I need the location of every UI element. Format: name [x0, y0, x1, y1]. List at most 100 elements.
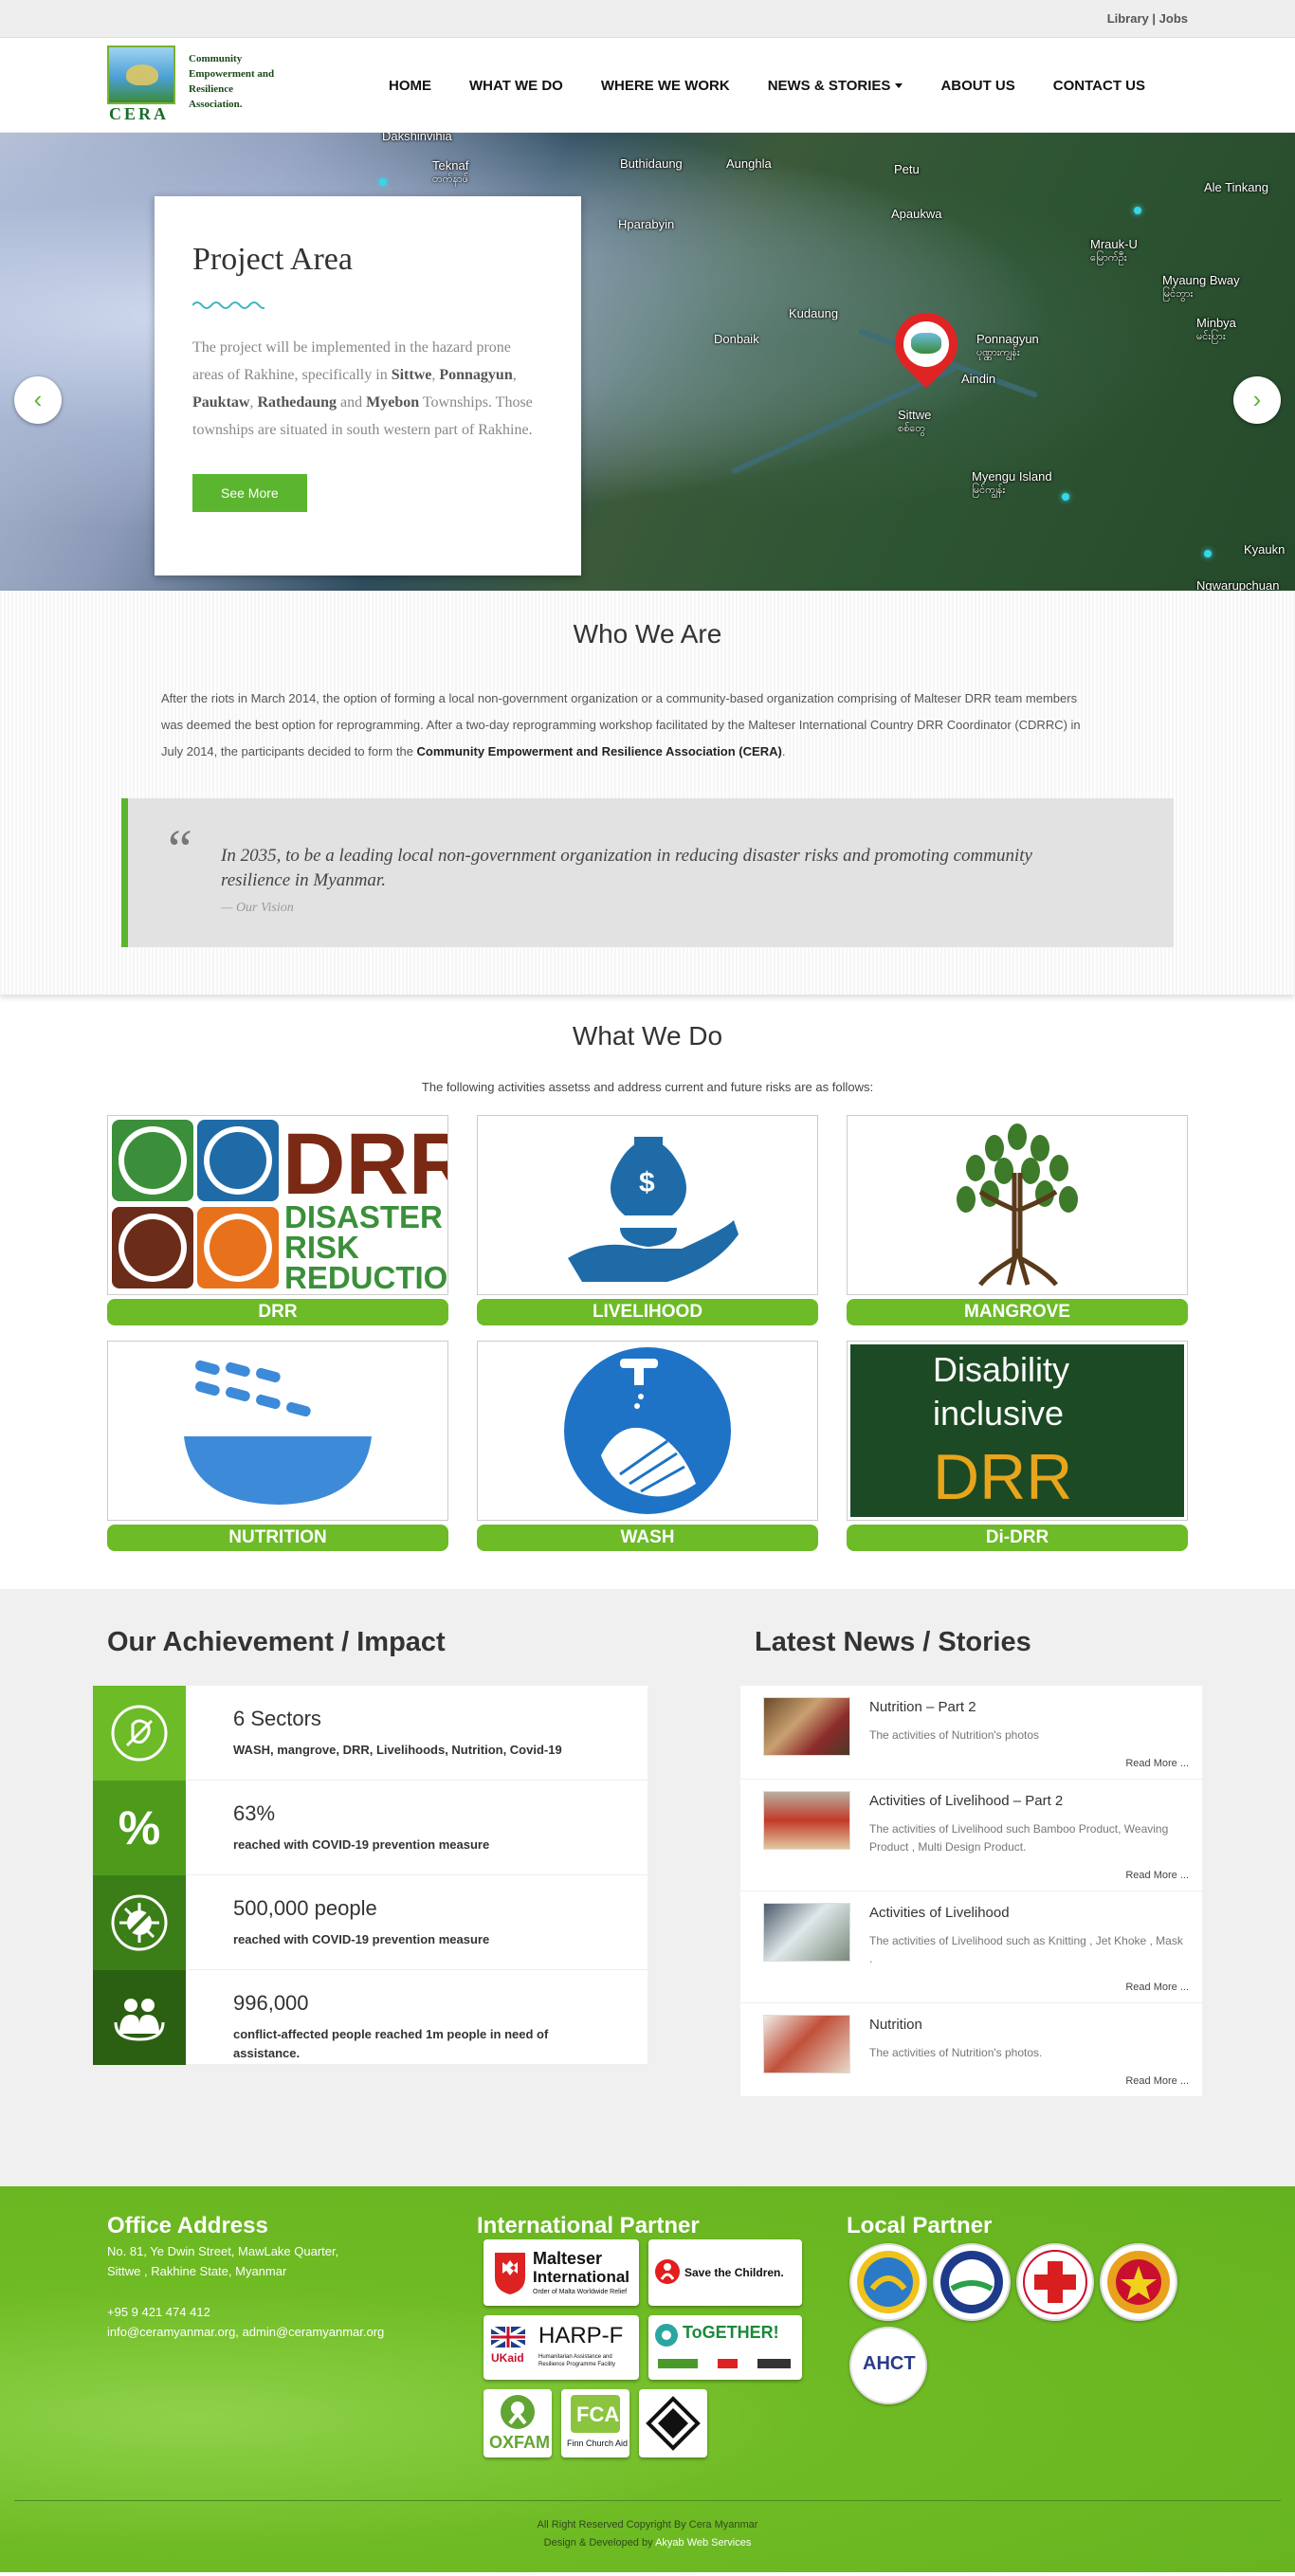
news-item-title[interactable]: Activities of Livelihood: [869, 1905, 1189, 1921]
project-area-card: Project Area The project will be impleme…: [155, 196, 581, 575]
achievement-value: 500,000 people: [233, 1896, 377, 1920]
local-partner-badge[interactable]: [1100, 2243, 1177, 2321]
activity-label-di-drr[interactable]: Di-DRR: [847, 1525, 1188, 1551]
news-item-title[interactable]: Activities of Livelihood – Part 2: [869, 1793, 1189, 1809]
ukaid-harpf-logo[interactable]: UKaid HARP-F Humanitarian Assistance and…: [483, 2315, 639, 2380]
malteser-logo[interactable]: Malteser International Order of Malta Wo…: [483, 2239, 639, 2306]
activity-label-mangrove[interactable]: MANGROVE: [847, 1299, 1188, 1325]
map-label: Buthidaung: [620, 156, 683, 171]
fca-logo[interactable]: FCA Finn Church Aid: [561, 2389, 629, 2457]
red-cross-badge[interactable]: [1016, 2243, 1094, 2321]
activity-card-nutrition[interactable]: NUTRITION: [107, 1341, 448, 1551]
news-item[interactable]: Nutrition – Part 2 The activities of Nut…: [740, 1686, 1202, 1780]
achievement-desc: WASH, mangrove, DRR, Livelihoods, Nutrit…: [233, 1743, 562, 1757]
nav-where-we-work[interactable]: WHERE WE WORK: [601, 78, 730, 94]
activity-card-di-drr[interactable]: Disability inclusive DRR Di-DRR: [847, 1341, 1188, 1551]
library-link[interactable]: Library: [1107, 11, 1149, 26]
partner-shield-logo[interactable]: [639, 2389, 707, 2457]
news-item-title[interactable]: Nutrition – Part 2: [869, 1699, 1189, 1715]
di-drr-image: Disability inclusive DRR: [847, 1341, 1188, 1521]
activity-card-wash[interactable]: WASH: [477, 1341, 818, 1551]
activity-card-mangrove[interactable]: MANGROVE: [847, 1115, 1188, 1325]
hero-slider: Dakshinvihia Teknaf တက်နာဖ် Buthidaung Au…: [0, 133, 1295, 591]
news-thumbnail[interactable]: [763, 1791, 850, 1850]
activity-card-drr[interactable]: DRR DISASTER RISK REDUCTION DRR: [107, 1115, 448, 1325]
activity-card-livelihood[interactable]: $ LIVELIHOOD: [477, 1115, 818, 1325]
map-label: Dakshinvihia: [382, 133, 452, 143]
nav-news-label: NEWS & STORIES: [767, 77, 891, 94]
achievement-row: 500,000 people reached with COVID-19 pre…: [93, 1875, 648, 1970]
wave-divider-icon: [192, 301, 269, 309]
read-more-link[interactable]: Read More ...: [869, 1758, 1189, 1769]
vision-quote: “ In 2035, to be a leading local non-gov…: [121, 798, 1174, 947]
malteser-cross-icon: [495, 2253, 525, 2294]
activity-label-drr[interactable]: DRR: [107, 1299, 448, 1325]
vision-cite: — Our Vision: [221, 901, 294, 915]
together-logo[interactable]: ToGETHER!: [648, 2315, 802, 2380]
location-pin-icon: [882, 300, 971, 396]
logo-abbr: CERA: [109, 104, 170, 123]
oxfam-logo[interactable]: OXFAM: [483, 2389, 552, 2457]
ahct-badge[interactable]: AHCT: [849, 2327, 927, 2404]
nav-what-we-do[interactable]: WHAT WE DO: [469, 78, 563, 94]
activity-label-nutrition[interactable]: NUTRITION: [107, 1525, 448, 1551]
main-nav: HOME WHAT WE DO WHERE WE WORK NEWS & STO…: [351, 38, 1145, 133]
achievement-row: 996,000 conflict-affected people reached…: [93, 1970, 648, 2065]
news-item[interactable]: Activities of Livelihood – Part 2 The ac…: [740, 1780, 1202, 1891]
map-label: Apaukwa: [891, 207, 942, 221]
nav-news-stories[interactable]: NEWS & STORIES: [768, 78, 903, 94]
jobs-link[interactable]: Jobs: [1159, 11, 1188, 26]
save-the-children-logo[interactable]: Save the Children.: [648, 2239, 802, 2306]
svg-text:REDUCTION: REDUCTION: [284, 1260, 447, 1294]
oxfam-icon: [501, 2395, 535, 2429]
cera-logo[interactable]: CERA Community Empowerment and Resilienc…: [107, 46, 278, 125]
who-we-are-section: Who We Are After the riots in March 2014…: [0, 591, 1295, 995]
nav-home[interactable]: HOME: [389, 78, 431, 94]
map-label: Ngwarupchuan: [1196, 578, 1280, 591]
project-area-title: Project Area: [192, 242, 353, 277]
email-addresses[interactable]: info@ceramyanmar.org, admin@ceramyanmar.…: [107, 2322, 384, 2342]
news-list: Nutrition – Part 2 The activities of Nut…: [740, 1686, 1202, 2097]
news-item[interactable]: Activities of Livelihood The activities …: [740, 1891, 1202, 2003]
read-more-link[interactable]: Read More ...: [869, 2075, 1189, 2087]
what-we-do-title: What We Do: [572, 1021, 723, 1050]
office-address: No. 81, Ye Dwin Street, MawLake Quarter,…: [107, 2241, 338, 2281]
phone-number[interactable]: +95 9 421 474 412: [107, 2302, 384, 2322]
save-children-icon: [655, 2259, 680, 2284]
top-links-separator: |: [1152, 11, 1157, 26]
slider-prev-button[interactable]: ‹: [14, 376, 62, 424]
news-item-title[interactable]: Nutrition: [869, 2017, 1189, 2033]
local-partner-badge[interactable]: [849, 2243, 927, 2321]
activities-grid: DRR DISASTER RISK REDUCTION DRR $ LIVELI…: [107, 1115, 1188, 1551]
address-line-1: No. 81, Ye Dwin Street, MawLake Quarter,: [107, 2244, 339, 2258]
svg-text:$: $: [639, 1167, 655, 1198]
read-more-link[interactable]: Read More ...: [869, 1982, 1189, 1993]
news-thumbnail[interactable]: [763, 2015, 850, 2074]
news-thumbnail[interactable]: [763, 1697, 850, 1756]
activity-label-livelihood[interactable]: LIVELIHOOD: [477, 1299, 818, 1325]
achievement-row: % 63% reached with COVID-19 prevention m…: [93, 1781, 648, 1875]
local-partner-badge[interactable]: [933, 2243, 1011, 2321]
achievement-value: 996,000: [233, 1991, 309, 2015]
news-thumbnail[interactable]: [763, 1903, 850, 1962]
news-item[interactable]: Nutrition The activities of Nutrition's …: [740, 2003, 1202, 2097]
local-partner-title: Local Partner: [847, 2213, 993, 2238]
news-item-desc: The activities of Nutrition's photos: [869, 1728, 1040, 1742]
see-more-button[interactable]: See More: [192, 474, 307, 512]
top-links: Library | Jobs: [1107, 11, 1188, 26]
nav-contact-us[interactable]: CONTACT US: [1053, 78, 1145, 94]
read-more-link[interactable]: Read More ...: [869, 1870, 1189, 1881]
svg-text:DRR: DRR: [933, 1441, 1072, 1513]
achievement-value: 63%: [233, 1801, 276, 1825]
together-partner-strip: [658, 2359, 791, 2368]
map-label: Hparabyin: [618, 217, 675, 231]
designer-link[interactable]: Akyab Web Services: [655, 2537, 751, 2549]
nav-about-us[interactable]: ABOUT US: [940, 78, 1014, 94]
office-address-title: Office Address: [107, 2213, 268, 2238]
map-label: Kudaung: [789, 306, 839, 320]
chevron-right-icon: ›: [1252, 385, 1262, 413]
map-label: Myaung Bway မြင်ဘွား: [1162, 273, 1240, 300]
achievement-desc: reached with COVID-19 prevention measure: [233, 1837, 490, 1852]
slider-next-button[interactable]: ›: [1233, 376, 1281, 424]
activity-label-wash[interactable]: WASH: [477, 1525, 818, 1551]
